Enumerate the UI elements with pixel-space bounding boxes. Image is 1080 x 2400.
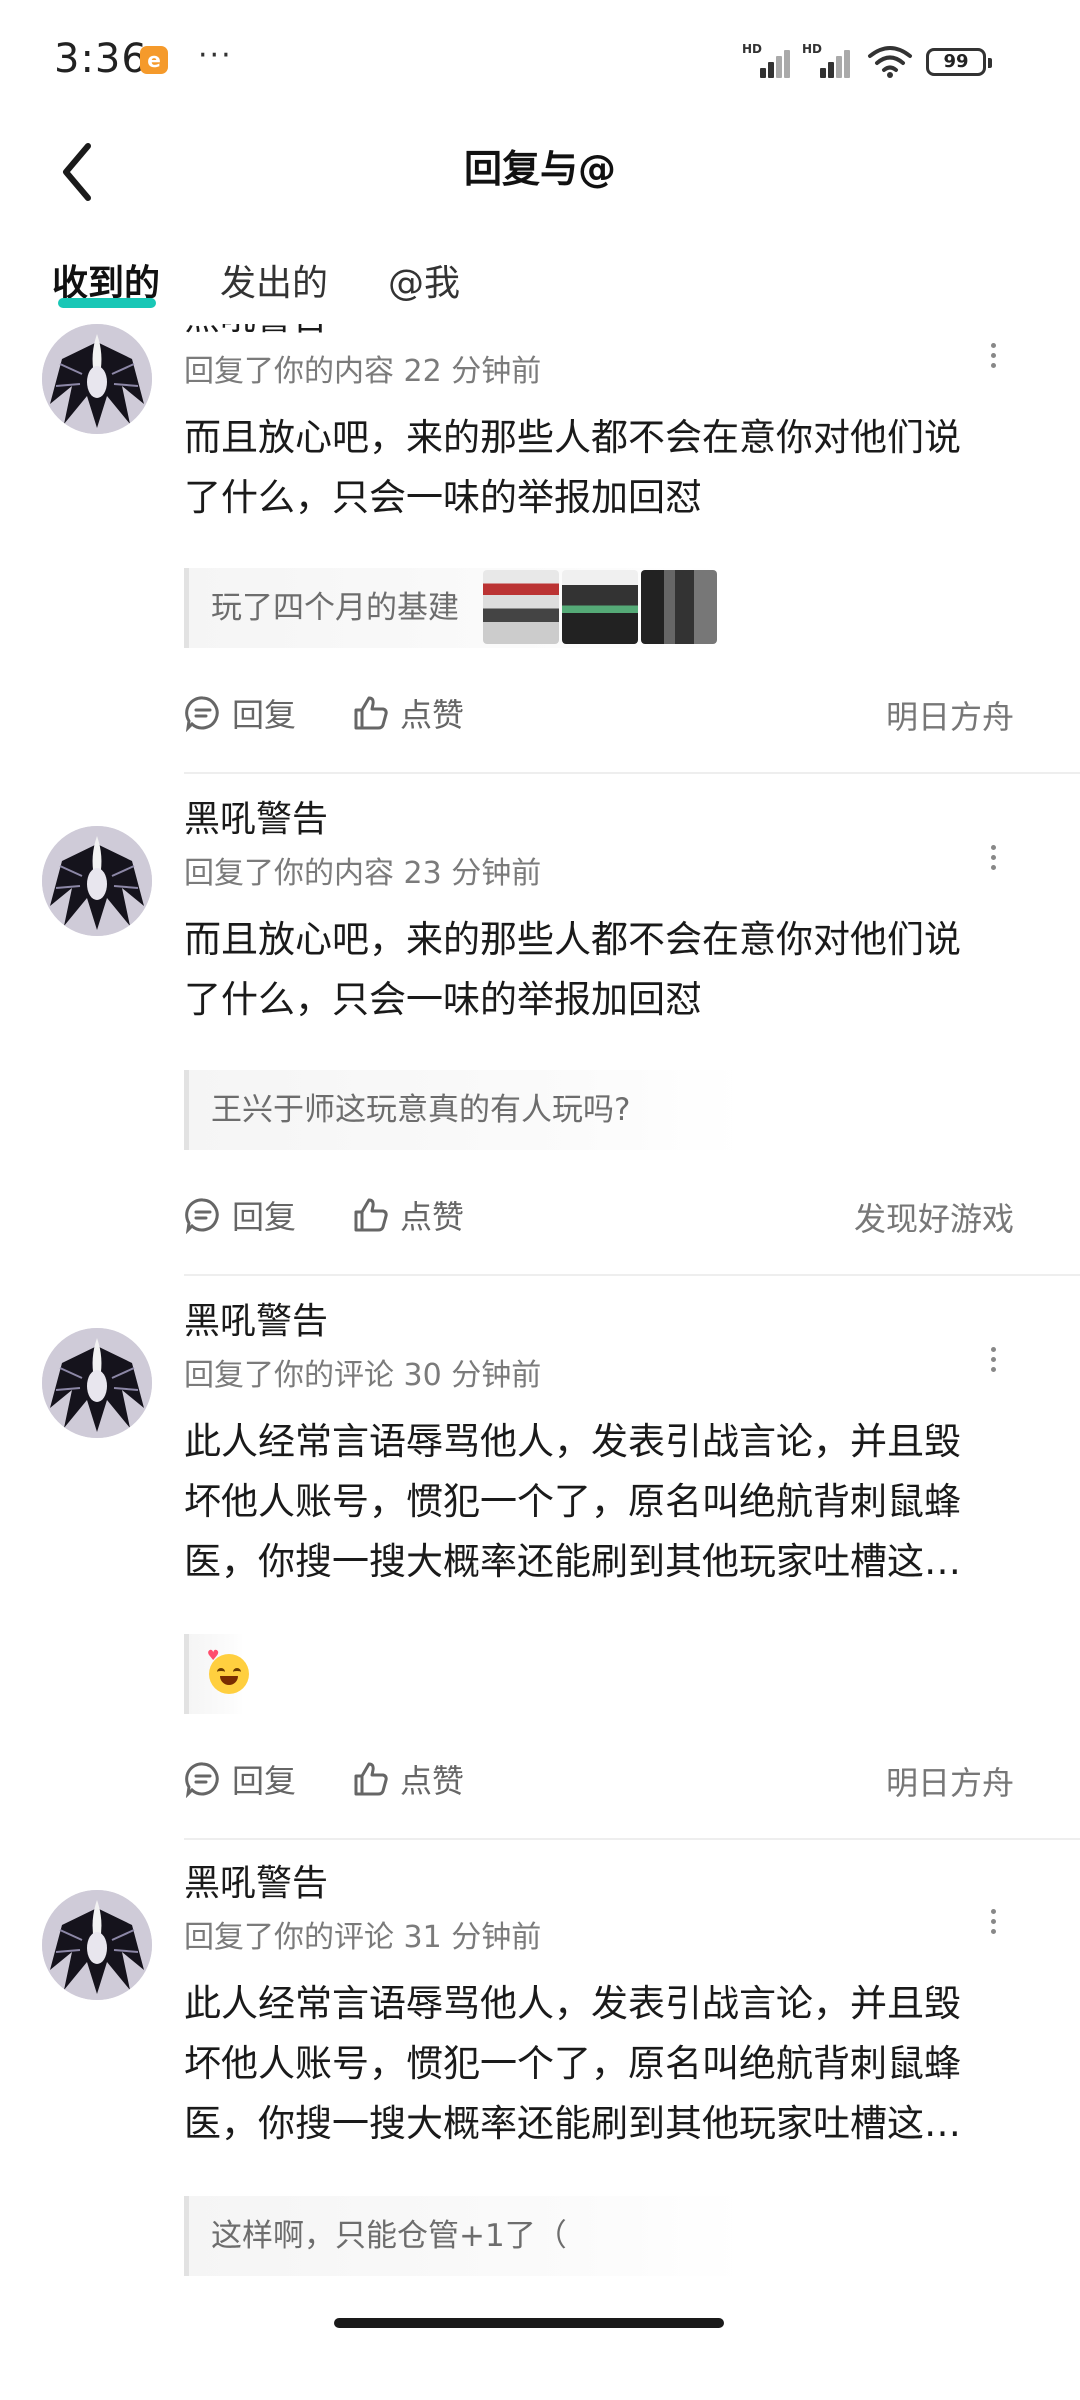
like-button[interactable]: 点赞 bbox=[352, 1190, 464, 1240]
quoted-content[interactable]: 玩了四个月的基建 bbox=[184, 568, 724, 648]
quoted-content[interactable]: 这样啊，只能仓管+1了（ bbox=[184, 2196, 744, 2276]
reply-text[interactable]: 此人经常言语辱骂他人，发表引战言论，并且毁 坏他人账号，惯犯一个了，原名叫绝航背… bbox=[184, 1974, 1004, 2154]
source-label[interactable]: 明日方舟 bbox=[886, 692, 1014, 738]
status-time: 3:36 bbox=[54, 36, 148, 82]
status-bar: 3:36 e ··· HD HD 99 bbox=[0, 0, 1080, 120]
list-item[interactable]: 黑吼警告 回复了你的评论 30 分钟前 此人经常言语辱骂他人，发表引战言论，并且… bbox=[0, 1294, 1080, 1854]
reply-text[interactable]: 而且放心吧，来的那些人都不会在意你对他们说 了什么，只会一味的举报加回怼 bbox=[184, 408, 1004, 528]
cellular-signal-1-icon: HD bbox=[742, 42, 794, 78]
avatar-image bbox=[42, 826, 152, 936]
quoted-text: 玩了四个月的基建 bbox=[211, 590, 459, 626]
source-label[interactable]: 明日方舟 bbox=[886, 1758, 1014, 1804]
home-indicator[interactable] bbox=[334, 2318, 724, 2328]
reply-meta: 回复了你的评论 30 分钟前 bbox=[184, 1358, 542, 1393]
reply-meta: 回复了你的内容 22 分钟前 bbox=[184, 354, 542, 389]
wifi-icon bbox=[868, 46, 912, 78]
quoted-content[interactable]: ♥ bbox=[184, 1634, 249, 1714]
reply-meta: 回复了你的内容 23 分钟前 bbox=[184, 856, 542, 891]
action-bar: 回复 点赞 明日方舟 bbox=[184, 688, 1014, 738]
active-tab-indicator bbox=[58, 298, 156, 308]
list-item[interactable]: 黑吼警告 回复了你的内容 23 分钟前 而且放心吧，来的那些人都不会在意你对他们… bbox=[0, 792, 1080, 1292]
hd-label: HD bbox=[802, 42, 823, 56]
more-options-icon[interactable] bbox=[978, 840, 1008, 880]
divider bbox=[184, 1274, 1080, 1276]
quoted-content[interactable]: 王兴于师这玩意真的有人玩吗? bbox=[184, 1070, 744, 1150]
avatar[interactable] bbox=[42, 1328, 152, 1438]
hd-label: HD bbox=[742, 42, 763, 56]
reply-meta: 回复了你的评论 31 分钟前 bbox=[184, 1920, 542, 1955]
thumbs-up-icon bbox=[354, 1762, 388, 1796]
avatar-image bbox=[42, 1890, 152, 2000]
avatar[interactable] bbox=[42, 1890, 152, 2000]
divider bbox=[184, 772, 1080, 774]
list-item[interactable]: 黑吼警告 回复了你的评论 31 分钟前 此人经常言语辱骂他人，发表引战言论，并且… bbox=[0, 1856, 1080, 2334]
like-button[interactable]: 点赞 bbox=[352, 688, 464, 738]
tab-mentions[interactable]: @我 bbox=[388, 254, 460, 306]
comment-icon bbox=[185, 1762, 219, 1798]
username[interactable]: 黑吼警告 bbox=[184, 1854, 328, 1906]
like-button[interactable]: 点赞 bbox=[352, 1754, 464, 1804]
divider bbox=[184, 1838, 1080, 1840]
comment-icon bbox=[185, 696, 219, 732]
thumbnail-image bbox=[562, 570, 638, 644]
avatar[interactable] bbox=[42, 324, 152, 434]
tab-bar: 收到的 发出的 @我 bbox=[0, 244, 1080, 324]
thumbs-up-icon bbox=[354, 696, 388, 730]
reply-button[interactable]: 回复 bbox=[184, 1190, 296, 1240]
tab-sent[interactable]: 发出的 bbox=[220, 254, 328, 306]
quoted-text: 王兴于师这玩意真的有人玩吗? bbox=[211, 1092, 631, 1128]
action-bar: 回复 点赞 明日方舟 bbox=[184, 1754, 1014, 1804]
username[interactable]: 黑吼警告 bbox=[184, 324, 328, 340]
thumbs-up-icon bbox=[354, 1198, 388, 1232]
cellular-signal-2-icon: HD bbox=[802, 42, 854, 78]
avatar-image bbox=[42, 324, 152, 434]
reply-list[interactable]: 黑吼警告 回复了你的内容 22 分钟前 而且放心吧，来的那些人都不会在意你对他们… bbox=[0, 324, 1080, 2334]
header: 回复与@ bbox=[0, 120, 1080, 260]
quoted-text: 这样啊，只能仓管+1了（ bbox=[211, 2218, 567, 2254]
reply-text[interactable]: 而且放心吧，来的那些人都不会在意你对他们说 了什么，只会一味的举报加回怼 bbox=[184, 910, 1004, 1030]
source-label[interactable]: 发现好游戏 bbox=[854, 1194, 1014, 1240]
more-options-icon[interactable] bbox=[978, 1904, 1008, 1944]
reply-button[interactable]: 回复 bbox=[184, 688, 296, 738]
app-notification-icon: e bbox=[140, 46, 168, 74]
list-item[interactable]: 黑吼警告 回复了你的内容 22 分钟前 而且放心吧，来的那些人都不会在意你对他们… bbox=[0, 324, 1080, 810]
more-notifications-icon: ··· bbox=[198, 38, 233, 73]
smiling-hearts-emoji-icon: ♥ bbox=[207, 1648, 249, 1694]
username[interactable]: 黑吼警告 bbox=[184, 1292, 328, 1344]
action-bar: 回复 点赞 发现好游戏 bbox=[184, 1190, 1014, 1240]
avatar[interactable] bbox=[42, 826, 152, 936]
comment-icon bbox=[185, 1198, 219, 1234]
thumbnail-image bbox=[483, 570, 559, 644]
reply-button[interactable]: 回复 bbox=[184, 1754, 296, 1804]
page-title: 回复与@ bbox=[463, 147, 616, 191]
reply-text[interactable]: 此人经常言语辱骂他人，发表引战言论，并且毁 坏他人账号，惯犯一个了，原名叫绝航背… bbox=[184, 1412, 1004, 1592]
more-options-icon[interactable] bbox=[978, 1342, 1008, 1382]
quoted-thumbnails bbox=[483, 570, 720, 644]
avatar-image bbox=[42, 1328, 152, 1438]
battery-icon: 99 bbox=[926, 48, 992, 76]
thumbnail-image bbox=[641, 570, 717, 644]
more-options-icon[interactable] bbox=[978, 338, 1008, 378]
username[interactable]: 黑吼警告 bbox=[184, 790, 328, 842]
